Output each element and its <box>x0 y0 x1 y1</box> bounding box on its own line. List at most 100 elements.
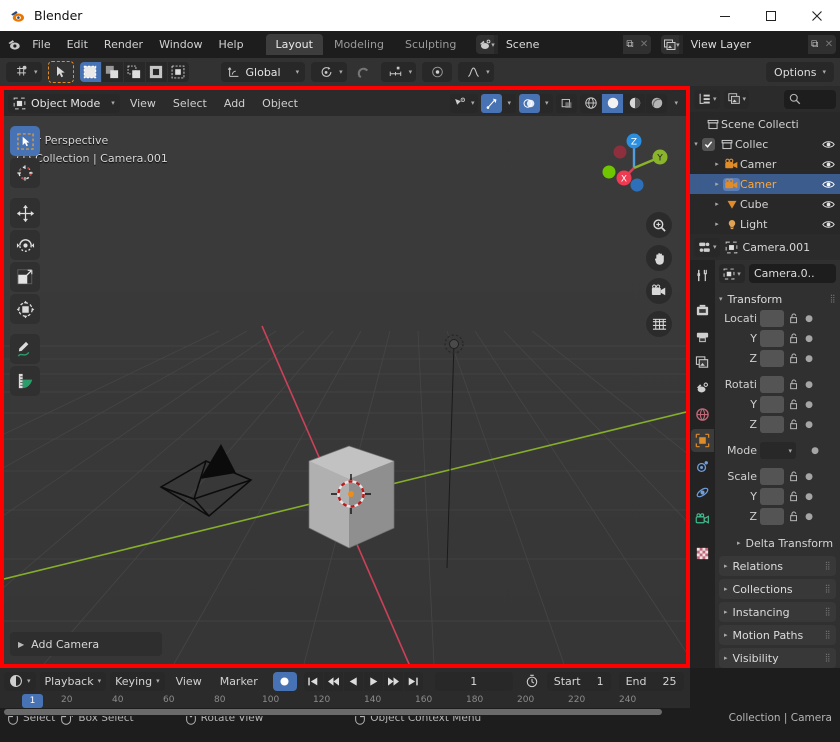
measure-tool[interactable] <box>10 366 40 396</box>
location-z-row[interactable]: Z ● <box>719 349 836 368</box>
annotate-tool[interactable] <box>10 334 40 364</box>
move-tool[interactable] <box>10 198 40 228</box>
tab-layout[interactable]: Layout <box>265 34 323 55</box>
play-reverse-button[interactable] <box>343 671 363 691</box>
timeline-menu-marker[interactable]: Marker <box>213 673 265 690</box>
snap-magnet-icon[interactable] <box>353 62 375 82</box>
rotation-y-row[interactable]: Y ● <box>719 395 836 414</box>
physics-tab[interactable] <box>691 481 714 504</box>
lock-icon[interactable] <box>787 471 800 482</box>
animate-property-dot-icon[interactable]: ● <box>803 492 815 502</box>
rotation-z-row[interactable]: Z ● <box>719 415 836 434</box>
select-extend-button[interactable] <box>101 62 123 82</box>
hide-in-viewport-eye-icon[interactable] <box>820 139 836 150</box>
scrollbar-thumb[interactable] <box>4 709 662 715</box>
rotation-mode-row[interactable]: Mode ▾ ● <box>719 441 836 460</box>
frame-range-end[interactable]: End 25 <box>618 671 684 691</box>
view-layer-new-copy-button[interactable]: ⧉ <box>807 35 822 54</box>
select-invert-button[interactable] <box>145 62 167 82</box>
zoom-icon[interactable] <box>646 212 672 238</box>
timeline-ruler[interactable]: 1 20 40 60 80 100 120 140 160 180 200 22… <box>0 694 690 708</box>
outliner-row-cube[interactable]: ▸ Cube <box>690 194 840 214</box>
timeline-playhead[interactable]: 1 <box>22 694 43 708</box>
tab-modeling[interactable]: Modeling <box>324 34 394 55</box>
scene-unlink-button[interactable]: ✕ <box>637 35 652 54</box>
outliner-tree[interactable]: Scene Collecti ▾ Collec ▸ Camer ▸ Camer … <box>690 112 840 234</box>
tab-sculpting[interactable]: Sculpting <box>395 34 466 55</box>
minimize-button[interactable] <box>702 0 748 31</box>
lock-icon[interactable] <box>787 313 800 324</box>
lock-icon[interactable] <box>787 353 800 364</box>
scale-z-row[interactable]: Z ● <box>719 507 836 526</box>
view-layer-remove-button[interactable]: ✕ <box>821 35 836 54</box>
animate-property-dot-icon[interactable]: ● <box>803 380 815 390</box>
instancing-panel[interactable]: ▸ Instancing ⣿ <box>719 602 836 622</box>
animate-property-dot-icon[interactable]: ● <box>803 420 815 430</box>
solid-shading-icon[interactable] <box>602 93 624 113</box>
rendered-shading-icon[interactable] <box>646 93 668 113</box>
viewport-3d[interactable]: User Perspective (1) Collection | Camera… <box>4 116 686 664</box>
auto-keying-toggle[interactable] <box>272 671 297 691</box>
menu-file[interactable]: File <box>24 35 58 54</box>
toggle-ortho-icon[interactable] <box>646 311 672 337</box>
location-x-row[interactable]: Locati ● <box>719 309 836 328</box>
outliner-row-camera-001[interactable]: ▸ Camer <box>690 174 840 194</box>
scene-selector[interactable]: ▾ Scene ⧉ ✕ <box>476 35 652 54</box>
view-layer-tab[interactable] <box>691 351 714 374</box>
view-layer-selector[interactable]: ▾ View Layer ⧉ ✕ <box>661 35 836 54</box>
animate-property-dot-icon[interactable]: ● <box>803 354 815 364</box>
viewport-options-button[interactable]: Options ▾ <box>766 62 834 82</box>
lock-icon[interactable] <box>787 491 800 502</box>
viewport-menu-object[interactable]: Object <box>255 95 305 112</box>
proportional-edit-toggle[interactable] <box>422 62 453 82</box>
collection-checkbox[interactable] <box>702 137 715 151</box>
play-button[interactable] <box>363 671 383 691</box>
scale-x-row[interactable]: Scale ● <box>719 467 836 486</box>
view-layer-name[interactable]: View Layer <box>682 35 808 54</box>
lock-icon[interactable] <box>787 419 800 430</box>
gizmo-dropdown[interactable]: ▾ <box>481 93 516 113</box>
output-tab[interactable] <box>691 325 714 348</box>
select-intersect-button[interactable] <box>167 62 189 82</box>
active-tool-tweak[interactable] <box>47 61 74 83</box>
object-id-type-selector[interactable]: ▾ <box>719 264 745 283</box>
timeline-menu-view[interactable]: View <box>169 673 209 690</box>
animate-property-dot-icon[interactable]: ● <box>803 400 815 410</box>
end-value[interactable]: 25 <box>663 675 677 688</box>
scale-y-field[interactable] <box>760 488 784 505</box>
jump-to-end-button[interactable] <box>403 671 423 691</box>
jump-to-start-button[interactable] <box>303 671 323 691</box>
proportional-snap-selector[interactable]: ▾ <box>380 62 417 82</box>
outliner-search-input[interactable] <box>784 89 836 109</box>
object-visibility-dropdown[interactable]: ▾ <box>449 93 479 113</box>
lock-icon[interactable] <box>787 379 800 390</box>
close-button[interactable] <box>794 0 840 31</box>
rotation-x-row[interactable]: Rotati ● <box>719 375 836 394</box>
maximize-button[interactable] <box>748 0 794 31</box>
properties-editor-type-selector[interactable]: ▾ <box>694 237 720 257</box>
relations-panel[interactable]: ▸ Relations ⣿ <box>719 556 836 576</box>
object-name-field[interactable]: Camera.0.. <box>749 264 836 283</box>
scene-new-copy-button[interactable]: ⧉ <box>622 35 637 54</box>
viewport-menu-view[interactable]: View <box>123 95 163 112</box>
texture-tab[interactable] <box>691 542 714 565</box>
toggle-xray-icon[interactable] <box>556 93 578 113</box>
motion-paths-panel[interactable]: ▸ Motion Paths ⣿ <box>719 625 836 645</box>
previous-keyframe-button[interactable] <box>323 671 343 691</box>
rotation-y-field[interactable] <box>760 396 784 413</box>
outliner-row-light[interactable]: ▸ Light <box>690 214 840 234</box>
scene-tab[interactable] <box>691 377 714 400</box>
select-box-tool[interactable] <box>10 126 40 156</box>
tool-tab[interactable] <box>691 264 714 287</box>
outliner-editor-type-selector[interactable]: ▾ <box>694 89 720 109</box>
hide-in-viewport-eye-icon[interactable] <box>820 219 836 230</box>
scale-y-row[interactable]: Y ● <box>719 487 836 506</box>
show-gizmo-icon[interactable] <box>481 93 503 113</box>
object-data-camera-tab[interactable] <box>691 507 714 530</box>
menu-render[interactable]: Render <box>96 35 151 54</box>
delta-transform-subpanel[interactable]: ▸ Delta Transform <box>719 533 836 553</box>
scene-name[interactable]: Scene <box>497 35 623 54</box>
select-set-button[interactable] <box>79 62 101 82</box>
camera-view-icon[interactable] <box>646 278 672 304</box>
modifier-tab[interactable] <box>691 455 714 478</box>
